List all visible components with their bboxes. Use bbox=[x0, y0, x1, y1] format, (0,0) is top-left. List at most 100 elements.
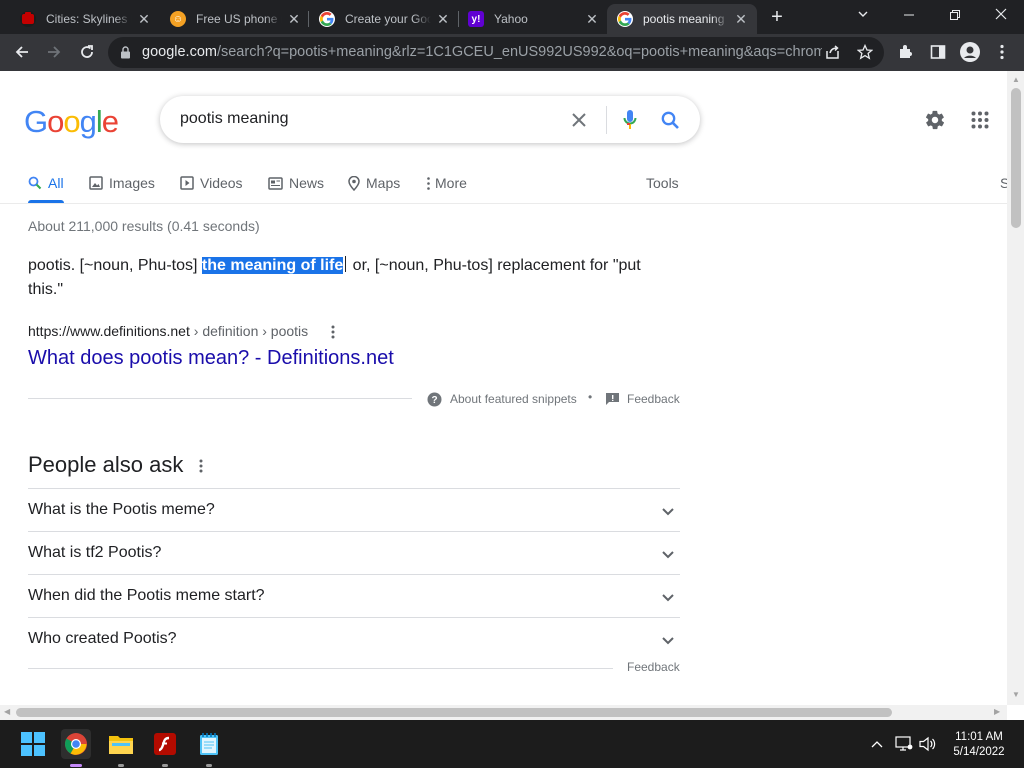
voice-search-icon[interactable] bbox=[620, 109, 640, 131]
chevron-down-icon bbox=[660, 589, 676, 605]
lock-icon[interactable] bbox=[120, 46, 131, 64]
close-window-button[interactable] bbox=[978, 4, 1024, 26]
flash-player-icon[interactable] bbox=[150, 729, 180, 759]
browser-tab-free-us-phone[interactable]: ☺ Free US phone n ✕ bbox=[160, 4, 310, 34]
search-icon bbox=[28, 176, 42, 190]
snippet-highlighted-text: the meaning of life bbox=[201, 257, 344, 274]
clear-search-icon[interactable] bbox=[570, 111, 588, 129]
tab-images[interactable]: Images bbox=[89, 171, 155, 195]
search-input[interactable]: pootis meaning bbox=[180, 110, 289, 128]
chevron-up-icon[interactable] bbox=[862, 729, 892, 759]
profile-avatar[interactable] bbox=[958, 40, 982, 64]
running-app-indicator bbox=[118, 764, 124, 767]
scroll-down-arrow-icon[interactable]: ▼ bbox=[1012, 690, 1020, 700]
image-icon bbox=[89, 176, 103, 190]
result-stats: About 211,000 results (0.41 seconds) bbox=[28, 218, 260, 234]
google-logo[interactable]: Google bbox=[24, 104, 119, 140]
search-icon[interactable] bbox=[660, 110, 680, 130]
steam-red-icon bbox=[20, 11, 36, 27]
snippet-feedback[interactable]: Feedback bbox=[606, 390, 680, 408]
scroll-up-arrow-icon[interactable]: ▲ bbox=[1012, 75, 1020, 85]
reload-button[interactable] bbox=[75, 40, 99, 64]
tab-title: pootis meaning bbox=[643, 12, 725, 26]
close-tab-icon[interactable]: ✕ bbox=[584, 11, 600, 27]
featured-snippet: pootis. [~noun, Phu-tos] the meaning of … bbox=[28, 254, 668, 302]
browser-tab-create-google[interactable]: Create your Goo ✕ bbox=[309, 4, 459, 34]
paa-question-text: What is tf2 Pootis? bbox=[28, 544, 162, 561]
vertical-scrollbar-thumb[interactable] bbox=[1011, 88, 1021, 228]
close-tab-icon[interactable]: ✕ bbox=[286, 11, 302, 27]
tab-images-label: Images bbox=[109, 175, 155, 191]
search-box[interactable]: pootis meaning bbox=[160, 96, 700, 143]
browser-tab-yahoo[interactable]: y! Yahoo ✕ bbox=[458, 4, 608, 34]
horizontal-scrollbar-thumb[interactable] bbox=[16, 708, 892, 717]
cite-path: › definition › pootis bbox=[189, 323, 309, 339]
notepad-icon[interactable] bbox=[194, 729, 224, 759]
chevron-down-icon bbox=[660, 546, 676, 562]
minimize-button[interactable] bbox=[886, 4, 932, 26]
scroll-left-arrow-icon[interactable]: ◀ bbox=[4, 707, 10, 717]
close-tab-icon[interactable]: ✕ bbox=[435, 11, 451, 27]
active-app-indicator bbox=[70, 764, 82, 767]
back-button[interactable] bbox=[10, 40, 34, 64]
video-icon bbox=[180, 176, 194, 190]
tab-maps-label: Maps bbox=[366, 175, 401, 191]
help-icon: ? bbox=[427, 392, 442, 407]
more-options-icon[interactable] bbox=[194, 457, 208, 475]
new-tab-button[interactable]: + bbox=[766, 7, 788, 29]
close-tab-icon[interactable]: ✕ bbox=[733, 11, 749, 27]
share-icon[interactable] bbox=[825, 45, 841, 65]
people-also-ask-list: What is the Pootis meme? What is tf2 Poo… bbox=[28, 488, 680, 661]
result-title-link[interactable]: What does pootis mean? - Definitions.net bbox=[28, 347, 394, 370]
browser-tab-cities-skylines[interactable]: Cities: Skylines E ✕ bbox=[10, 4, 160, 34]
settings-gear-icon[interactable] bbox=[924, 109, 946, 131]
people-also-ask-heading: People also ask bbox=[28, 452, 184, 477]
paa-question[interactable]: What is the Pootis meme? bbox=[28, 489, 680, 532]
clock-date: 5/14/2022 bbox=[953, 746, 1005, 758]
url-host: google.com bbox=[142, 44, 217, 60]
system-clock[interactable]: 11:01 AM 5/14/2022 bbox=[944, 730, 1014, 760]
more-options-icon[interactable] bbox=[326, 323, 340, 341]
side-panel-icon[interactable] bbox=[926, 40, 950, 64]
tab-all[interactable]: All bbox=[28, 171, 64, 195]
google-icon bbox=[617, 11, 633, 27]
tools-button[interactable]: Tools bbox=[646, 171, 679, 195]
paa-question[interactable]: What is tf2 Pootis? bbox=[28, 532, 680, 575]
tab-title: Cities: Skylines E bbox=[46, 12, 132, 26]
running-app-indicator bbox=[206, 764, 212, 767]
google-apps-icon[interactable] bbox=[970, 110, 990, 130]
news-icon bbox=[268, 176, 283, 190]
result-citation[interactable]: https://www.definitions.net › definition… bbox=[28, 323, 308, 339]
browser-tab-pootis-meaning[interactable]: pootis meaning ✕ bbox=[607, 4, 757, 34]
phone-orange-icon: ☺ bbox=[170, 11, 186, 27]
about-featured-snippets[interactable]: ? About featured snippets bbox=[427, 390, 577, 408]
tab-news[interactable]: News bbox=[268, 171, 324, 195]
extensions-icon[interactable] bbox=[894, 40, 918, 64]
tab-search-button[interactable] bbox=[840, 4, 886, 26]
address-bar[interactable]: google.com/search?q=pootis+meaning&rlz=1… bbox=[108, 37, 884, 68]
tab-more[interactable]: More bbox=[427, 171, 467, 195]
paa-question[interactable]: When did the Pootis meme start? bbox=[28, 575, 680, 618]
tab-maps[interactable]: Maps bbox=[348, 171, 400, 195]
tab-strip: Cities: Skylines E ✕ ☺ Free US phone n ✕… bbox=[0, 0, 1024, 34]
tab-news-label: News bbox=[289, 175, 325, 191]
chrome-taskbar-icon[interactable] bbox=[61, 729, 91, 759]
forward-button[interactable] bbox=[42, 40, 66, 64]
tab-all-label: All bbox=[48, 175, 64, 191]
chrome-menu-icon[interactable] bbox=[990, 40, 1014, 64]
restore-button[interactable] bbox=[932, 4, 978, 26]
tab-more-label: More bbox=[435, 175, 467, 191]
bookmark-star-icon[interactable] bbox=[856, 43, 874, 65]
scroll-right-arrow-icon[interactable]: ▶ bbox=[994, 707, 1000, 717]
yahoo-icon: y! bbox=[468, 11, 484, 27]
windows-start-icon[interactable] bbox=[18, 729, 48, 759]
volume-icon[interactable] bbox=[913, 729, 943, 759]
search-tabs: All Images Videos News Maps More Tools S bbox=[0, 166, 1009, 204]
separator-dot: • bbox=[588, 390, 593, 404]
paa-question[interactable]: Who created Pootis? bbox=[28, 618, 680, 661]
paa-question-text: What is the Pootis meme? bbox=[28, 501, 215, 518]
close-tab-icon[interactable]: ✕ bbox=[136, 11, 152, 27]
tab-videos[interactable]: Videos bbox=[180, 171, 243, 195]
file-explorer-icon[interactable] bbox=[106, 729, 136, 759]
paa-feedback-link[interactable]: Feedback bbox=[627, 660, 680, 674]
